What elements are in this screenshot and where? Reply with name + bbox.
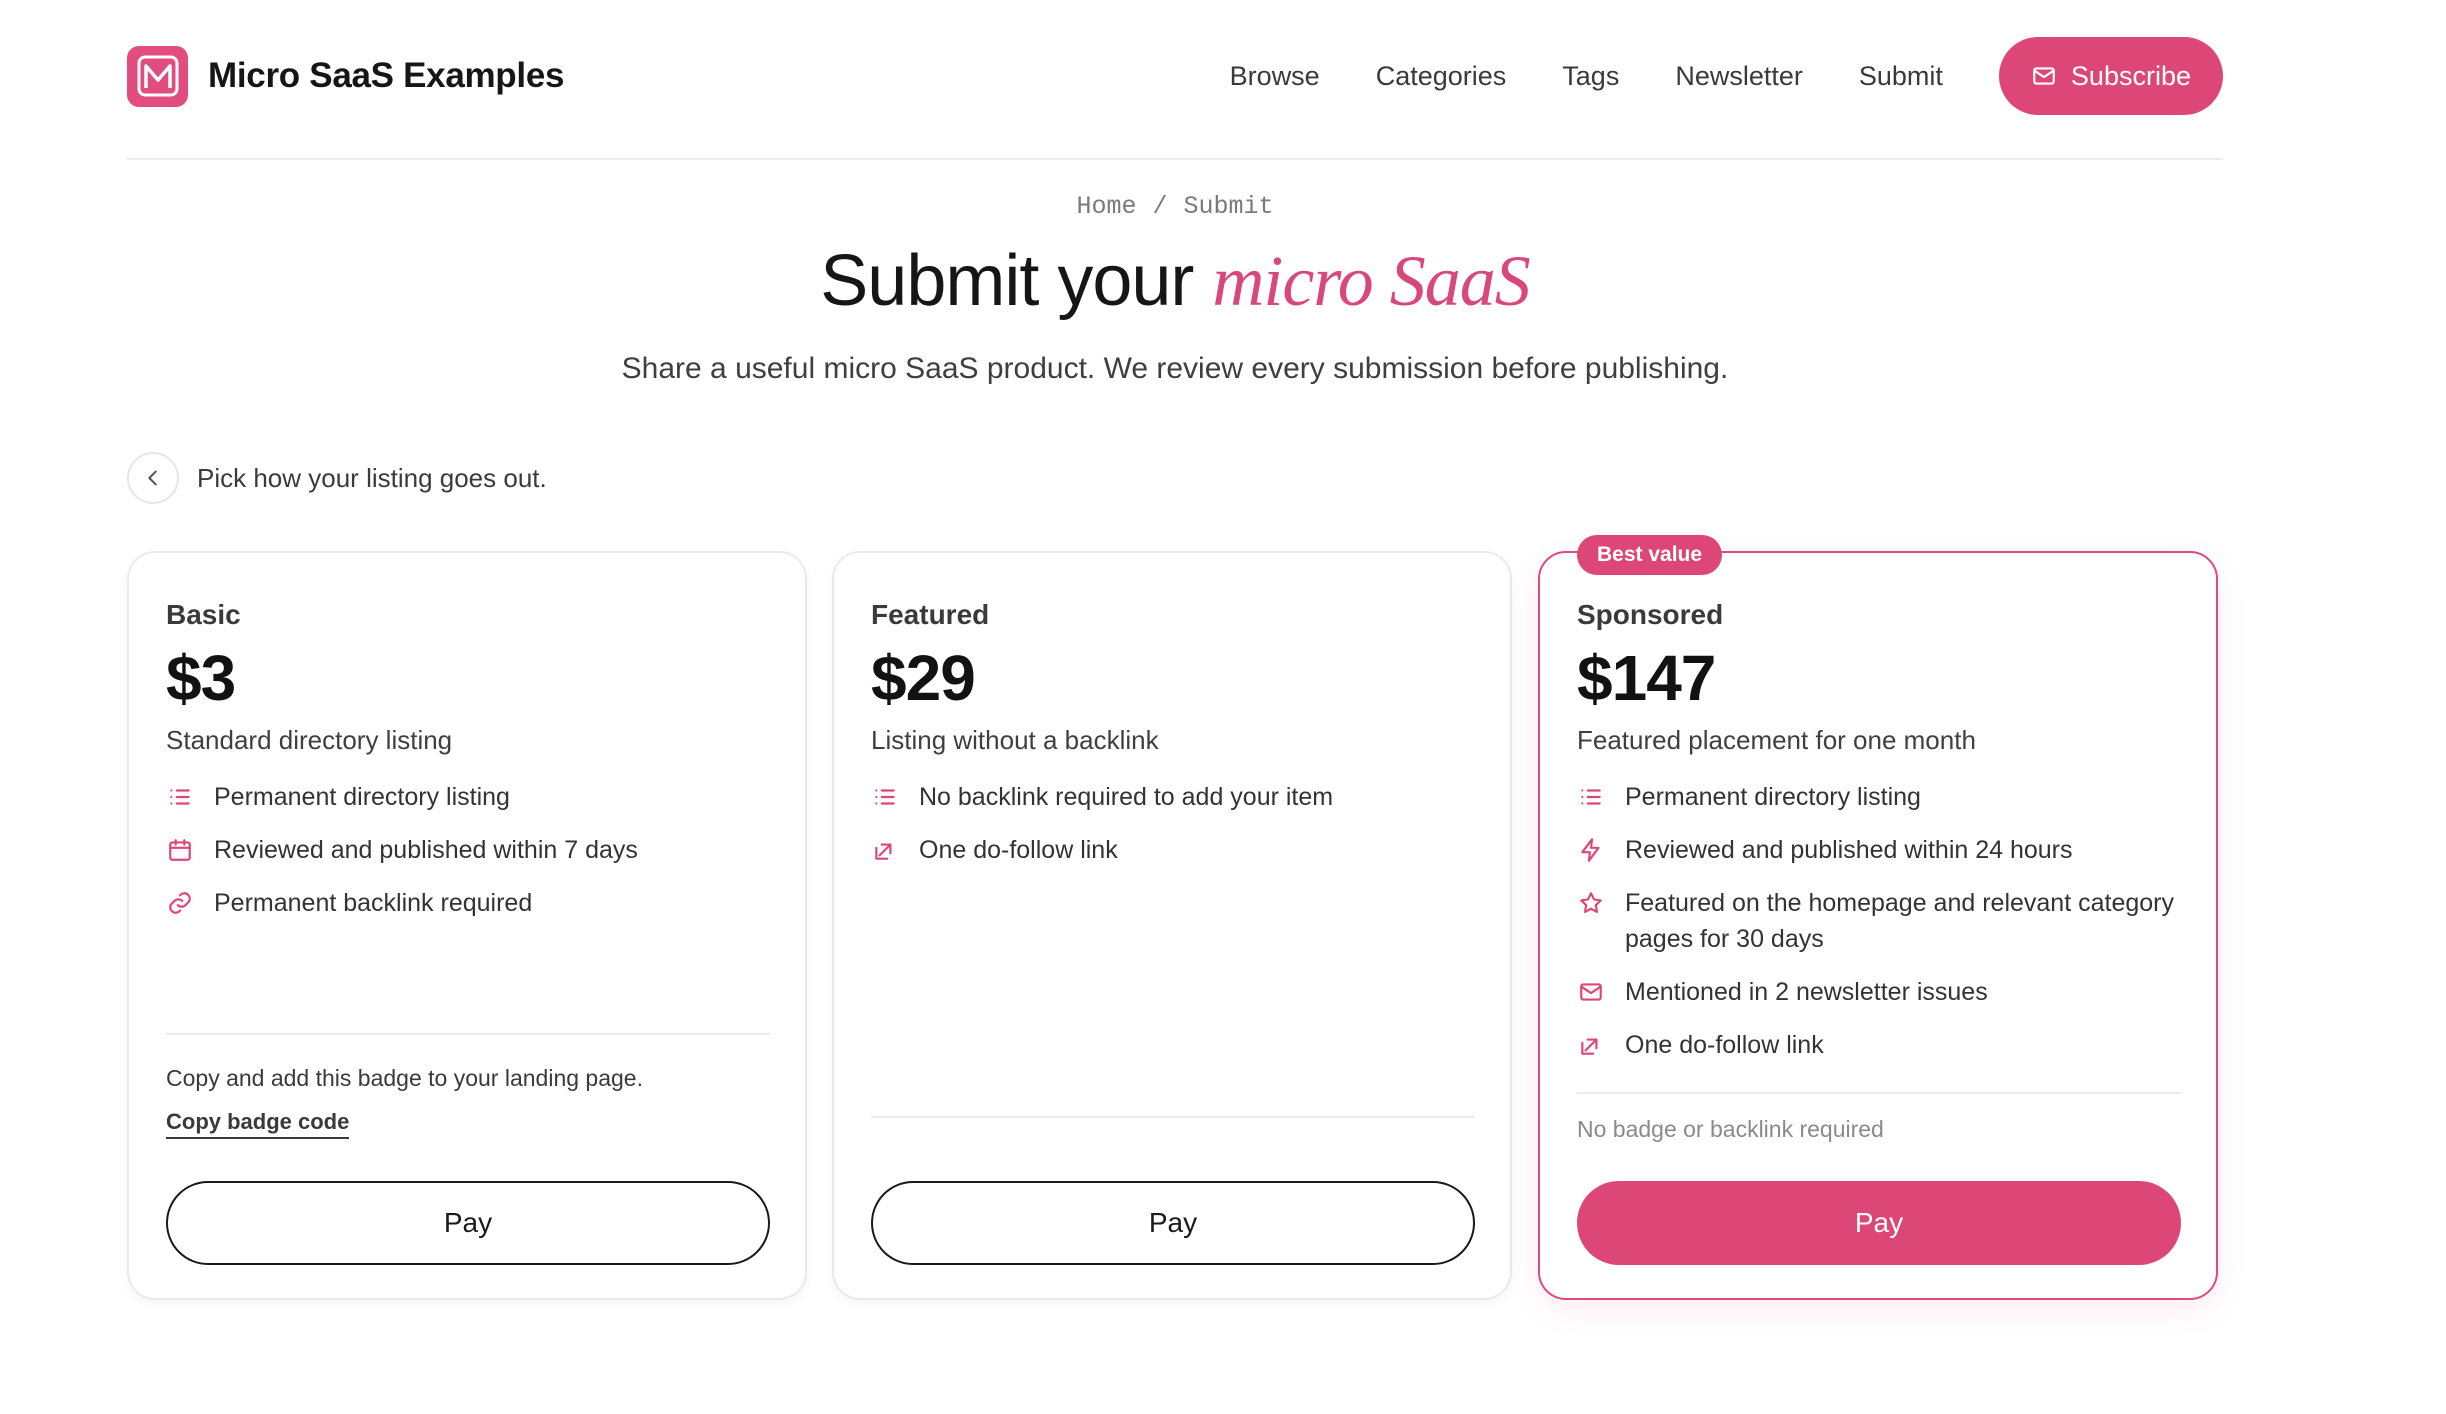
feature-item: Reviewed and published within 7 days [166, 832, 766, 868]
feature-item: Featured on the homepage and relevant ca… [1577, 885, 2177, 957]
copy-badge-code-link[interactable]: Copy badge code [166, 1109, 350, 1139]
feature-text: Permanent backlink required [214, 889, 533, 917]
external-link-icon [1577, 1027, 1605, 1063]
feature-item: Reviewed and published within 24 hours [1577, 832, 2177, 868]
best-value-badge: Best value [1577, 535, 1723, 575]
plan-card-sponsored: Best value Sponsored $147 Featured place… [1538, 535, 2218, 1300]
feature-item: One do-follow link [1577, 1027, 2177, 1063]
card-divider [871, 1116, 1475, 1118]
breadcrumb-separator: / [1152, 192, 1168, 221]
mail-icon [2033, 67, 2055, 85]
title-main: Submit your [820, 241, 1194, 321]
back-row: Pick how your listing goes out. [127, 452, 547, 504]
feature-text: One do-follow link [1625, 1031, 1824, 1059]
nav-browse[interactable]: Browse [1230, 61, 1320, 92]
logo-icon [127, 45, 188, 107]
calendar-icon [166, 832, 194, 868]
nav-tags[interactable]: Tags [1562, 61, 1619, 92]
brand-name: Micro SaaS Examples [208, 56, 565, 95]
pay-button-featured[interactable]: Pay [871, 1181, 1475, 1265]
page-subtitle: Share a useful micro SaaS product. We re… [621, 352, 1729, 385]
plan-name: Featured [871, 599, 990, 630]
nav-categories[interactable]: Categories [1376, 61, 1507, 92]
feature-text: No backlink required to add your item [919, 783, 1334, 811]
feature-text: Reviewed and published within 7 days [214, 836, 638, 864]
no-badge-note: No badge or backlink required [1577, 1116, 1884, 1142]
link-icon [166, 885, 194, 921]
plan-description: Standard directory listing [166, 725, 453, 755]
chevron-left-icon [148, 470, 157, 486]
plan-card-featured: Featured $29 Listing without a backlink … [832, 551, 1512, 1300]
feature-list: Permanent directory listing Reviewed and… [166, 779, 766, 938]
plan-name: Basic [166, 599, 241, 630]
feature-item: No backlink required to add your item [871, 779, 1471, 815]
card-divider [166, 1033, 770, 1035]
feature-item: One do-follow link [871, 832, 1471, 868]
feature-text: Permanent directory listing [214, 783, 510, 811]
plan-price: $3 [166, 642, 236, 714]
feature-text: One do-follow link [919, 836, 1118, 864]
brand[interactable]: Micro SaaS Examples [127, 45, 565, 107]
back-button[interactable] [127, 452, 179, 504]
back-text: Pick how your listing goes out. [197, 462, 547, 493]
breadcrumb-home[interactable]: Home [1076, 192, 1136, 221]
nav-submit[interactable]: Submit [1859, 61, 1943, 92]
feature-text: Permanent directory listing [1625, 783, 1921, 811]
feature-text: Reviewed and published within 24 hours [1625, 836, 2073, 864]
page: Micro SaaS Examples Browse Categories Ta… [0, 0, 2446, 1414]
feature-text: Mentioned in 2 newsletter issues [1625, 978, 1988, 1006]
main-nav: Browse Categories Tags Newsletter Submit… [1230, 37, 2223, 115]
nav-newsletter[interactable]: Newsletter [1675, 61, 1803, 92]
plan-price: $147 [1577, 642, 1716, 714]
feature-item: Permanent directory listing [166, 779, 766, 815]
plan-description: Listing without a backlink [871, 725, 1159, 755]
header-divider [127, 158, 2223, 160]
feature-item: Mentioned in 2 newsletter issues [1577, 974, 2177, 1010]
list-icon [1577, 779, 1605, 815]
card-divider [1577, 1092, 2181, 1094]
plan-name: Sponsored [1577, 599, 1724, 630]
feature-list: No backlink required to add your item On… [871, 779, 1471, 885]
mail-icon [1577, 974, 1605, 1010]
plan-description: Featured placement for one month [1577, 725, 1976, 755]
feature-item: Permanent directory listing [1577, 779, 2177, 815]
subscribe-button[interactable]: Subscribe [1998, 37, 2223, 115]
plan-card-basic: Basic $3 Standard directory listing Perm… [127, 551, 807, 1300]
list-icon [166, 779, 194, 815]
breadcrumb: Home / Submit [0, 192, 2350, 221]
list-icon [871, 779, 899, 815]
plan-price: $29 [871, 642, 976, 714]
page-title: Submit your micro SaaS [0, 240, 2350, 323]
title-accent: micro SaaS [1212, 241, 1530, 321]
star-icon [1577, 885, 1605, 921]
subscribe-label: Subscribe [2070, 60, 2191, 91]
external-link-icon [871, 832, 899, 868]
feature-item: Permanent backlink required [166, 885, 766, 921]
feature-list: Permanent directory listing Reviewed and… [1577, 779, 2177, 1080]
lightning-icon [1577, 832, 1605, 868]
badge-note: Copy and add this badge to your landing … [166, 1065, 643, 1091]
site-header: Micro SaaS Examples Browse Categories Ta… [127, 34, 2223, 118]
pay-button-basic[interactable]: Pay [166, 1181, 770, 1265]
feature-text: Featured on the homepage and relevant ca… [1625, 889, 2174, 953]
pay-button-sponsored[interactable]: Pay [1577, 1181, 2181, 1265]
breadcrumb-current: Submit [1183, 192, 1274, 221]
